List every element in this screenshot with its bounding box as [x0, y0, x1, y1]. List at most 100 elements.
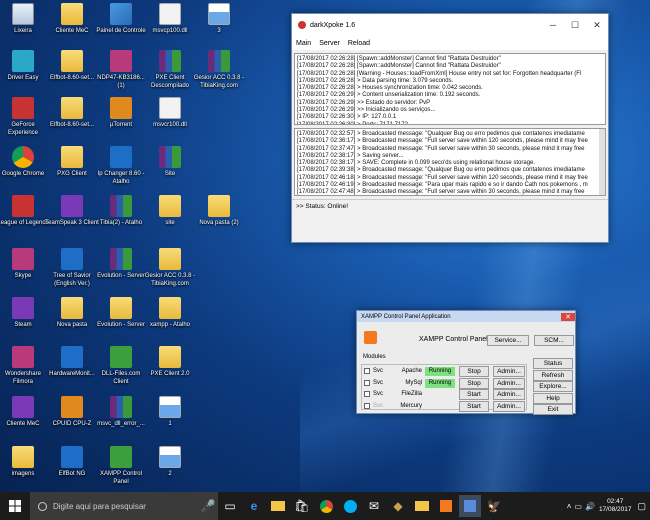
desktop-icon[interactable]: Wondershare Filmora — [0, 346, 50, 386]
desktop-icon[interactable]: msvcp100.dll — [143, 3, 197, 36]
desktop-icon[interactable]: Evolution - Server — [94, 297, 148, 330]
console-log[interactable]: [17/08/2017 02:26:28] [Spawn::addMonster… — [294, 53, 606, 125]
search-box[interactable]: Digite aqui para pesquisar — [30, 492, 198, 520]
module-action-button[interactable]: Stop — [459, 366, 489, 377]
network-icon[interactable]: ▭ — [574, 502, 582, 511]
desktop-icon[interactable]: 3 — [192, 3, 246, 36]
desktop-icon[interactable]: Nova pasta — [45, 297, 99, 330]
desktop-icon[interactable]: HardwareMonit... — [45, 346, 99, 379]
desktop-icon[interactable]: 1 — [143, 396, 197, 429]
minimize-icon[interactable]: ─ — [542, 20, 564, 30]
desktop-icon[interactable]: Tibia(2) - Atalho — [94, 195, 148, 228]
module-admin-button[interactable]: Admin... — [493, 400, 525, 412]
desktop-icon[interactable]: PXE Client Descompilado — [143, 50, 197, 90]
chrome-icon[interactable] — [315, 495, 337, 517]
microphone-icon[interactable]: 🎤 — [198, 492, 218, 520]
store-icon[interactable]: 🛍 — [291, 495, 313, 517]
menu-main[interactable]: Main — [296, 40, 311, 47]
scm-button[interactable]: SCM... — [534, 335, 574, 346]
desktop-icon[interactable]: imagens — [0, 446, 50, 479]
xampp-exit-button[interactable]: Exit — [533, 404, 573, 415]
service-button[interactable]: Service... — [487, 335, 529, 346]
desktop-icon[interactable]: Gesior ACC 0.3.8 - TibiaKing.com — [143, 248, 197, 288]
desktop-icon[interactable]: GeForce Experience — [0, 97, 50, 137]
desktop-icon[interactable]: Tree of Savior (English Ver.) — [45, 248, 99, 288]
close-icon[interactable]: ✕ — [586, 20, 608, 31]
desktop-icon[interactable]: PXE Client 2.0 — [143, 346, 197, 379]
menu-server[interactable]: Server — [319, 40, 340, 47]
svc-checkbox[interactable] — [364, 368, 370, 374]
mail-icon[interactable]: ✉ — [363, 495, 385, 517]
desktop-icon[interactable]: Painel de Controle — [94, 3, 148, 36]
svc-checkbox[interactable] — [364, 402, 370, 409]
server-window[interactable]: darkXpoke 1.6 ─ ☐ ✕ Main Server Reload [… — [291, 13, 609, 243]
xampp-window[interactable]: XAMPP Control Panel Application ✕ XAMPP … — [356, 310, 576, 415]
desktop-icon[interactable]: NDP47-KB3186... (1) — [94, 50, 148, 90]
desktop-icon[interactable]: site — [143, 195, 197, 228]
module-action-button[interactable]: Start — [459, 389, 489, 400]
scrollbar[interactable] — [599, 129, 605, 195]
clock-date: 17/08/2017 — [598, 506, 632, 513]
desktop-icon[interactable]: Gesior ACC 0.3.8 - TibiaKing.com — [192, 50, 246, 90]
desktop-icon[interactable]: Site — [143, 146, 197, 179]
svc-checkbox[interactable] — [364, 379, 370, 386]
clock[interactable]: 02:47 17/08/2017 — [599, 498, 632, 514]
desktop-icon[interactable]: Nova pasta (2) — [192, 195, 246, 228]
xampp-taskbar-icon[interactable] — [435, 495, 457, 517]
module-status — [425, 402, 455, 411]
desktop-icon[interactable]: Ip Changer 8.60 - Atalho — [94, 146, 148, 186]
module-action-button[interactable]: Stop — [459, 377, 489, 389]
maximize-icon[interactable]: ☐ — [564, 20, 586, 31]
broadcast-log[interactable]: [17/08/2017 02:32:57] > Broadcasted mess… — [294, 128, 606, 196]
task-view-icon[interactable]: ▭ — [219, 495, 241, 517]
module-admin-button[interactable]: Admin... — [493, 377, 525, 389]
server-titlebar[interactable]: darkXpoke 1.6 ─ ☐ ✕ — [292, 14, 608, 36]
desktop-icon[interactable]: Skype — [0, 248, 50, 281]
skype-icon[interactable] — [339, 495, 361, 517]
module-admin-button[interactable]: Admin... — [493, 389, 525, 400]
module-admin-button[interactable]: Admin... — [493, 366, 525, 377]
desktop-icon[interactable]: CPUID CPU-Z — [45, 396, 99, 429]
desktop-icon[interactable]: Driver Easy — [0, 50, 50, 83]
desktop-icon[interactable]: Cliente MeC — [0, 396, 50, 429]
desktop-icon[interactable]: Elfbot-8.60-set... — [45, 50, 99, 83]
close-icon[interactable]: ✕ — [561, 312, 575, 321]
desktop-icon[interactable]: xampp - Atalho — [143, 297, 197, 330]
xampp-refresh-button[interactable]: Refresh — [533, 369, 573, 381]
server-taskbar-icon[interactable] — [459, 495, 481, 517]
svc-checkbox[interactable] — [364, 391, 370, 397]
desktop-icon[interactable]: XAMPP Control Panel — [94, 446, 148, 486]
desktop-icon[interactable]: League of Legends — [0, 195, 50, 228]
volume-icon[interactable]: 🔊 — [585, 502, 595, 511]
desktop-icon[interactable]: ElfBot NG — [45, 446, 99, 479]
desktop-icon[interactable]: Evolution - Server — [94, 248, 148, 281]
desktop-icon[interactable]: Cliente MeC — [45, 3, 99, 36]
xampp-titlebar[interactable]: XAMPP Control Panel Application ✕ — [357, 311, 575, 322]
desktop-icon[interactable]: 2 — [143, 446, 197, 479]
xampp-explore-button[interactable]: Explore... — [533, 381, 573, 392]
desktop-icon[interactable]: Elfbot-8.60-set... — [45, 97, 99, 130]
desktop-icon[interactable]: Google Chrome — [0, 146, 50, 179]
file-explorer-icon[interactable] — [267, 495, 289, 517]
app-taskbar-icon[interactable]: 🦅 — [483, 495, 505, 517]
chevron-up-icon[interactable]: ˄ — [567, 502, 572, 511]
desktop-icon[interactable]: msvc_dll_error_... — [94, 396, 148, 429]
menu-reload[interactable]: Reload — [348, 40, 370, 47]
desktop-icon[interactable]: Steam — [0, 297, 50, 330]
start-button[interactable] — [1, 495, 29, 517]
desktop-icon[interactable]: TeamSpeak 3 Client — [45, 195, 99, 228]
xampp-help-button[interactable]: Help — [533, 392, 573, 404]
desktop-icon[interactable]: µTorrent — [94, 97, 148, 130]
desktop-icon[interactable]: PXG Client — [45, 146, 99, 179]
explorer-window-icon[interactable] — [411, 495, 433, 517]
module-action-button[interactable]: Start — [459, 400, 489, 412]
league-icon[interactable]: ◆ — [387, 495, 409, 517]
svc-label: Svc — [373, 368, 384, 374]
desktop-icon[interactable]: DLL-Files.com Client — [94, 346, 148, 386]
desktop-icon[interactable]: msvcr100.dll — [143, 97, 197, 130]
desktop-icon[interactable]: Lixeira — [0, 3, 50, 36]
xampp-status-button[interactable]: Status — [533, 358, 573, 369]
notifications-icon[interactable]: ▢ — [637, 501, 646, 512]
edge-icon[interactable]: e — [243, 495, 265, 517]
module-table: Svc Apache Running Stop Admin... Svc MySql Runn… — [361, 364, 527, 412]
